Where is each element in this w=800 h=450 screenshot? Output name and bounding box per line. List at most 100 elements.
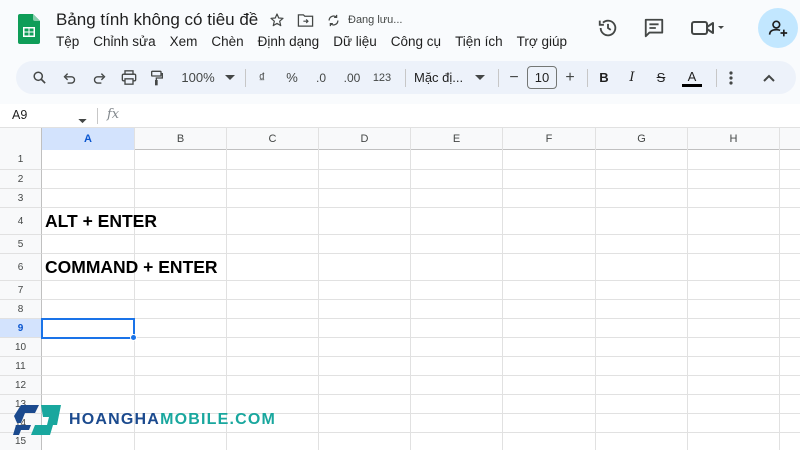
paint-format-icon[interactable] [148, 61, 166, 94]
cell-a4[interactable]: ALT + ENTER [45, 208, 157, 235]
selected-cell-a9[interactable] [41, 318, 135, 339]
row-header-7[interactable]: 7 [0, 281, 42, 300]
meet-icon[interactable] [688, 12, 728, 44]
gridline [595, 150, 596, 450]
print-icon[interactable] [120, 61, 138, 94]
decrease-font-size-button[interactable]: − [506, 61, 522, 94]
comments-icon[interactable] [638, 12, 670, 44]
font-size-input[interactable]: 10 [527, 66, 557, 89]
formula-bar: A9 fx [0, 104, 800, 128]
spreadsheet-grid[interactable]: A B C D E F G H 1 2 3 4 5 6 7 8 9 10 11 … [0, 128, 800, 450]
column-header-c[interactable]: C [227, 128, 319, 150]
text-color-button[interactable]: A [680, 61, 704, 94]
increase-font-size-button[interactable]: + [562, 61, 578, 94]
row-header-8[interactable]: 8 [0, 300, 42, 319]
fill-handle[interactable] [130, 334, 137, 341]
watermark-text-primary: HOANGHA [69, 411, 161, 428]
gridline [42, 188, 800, 189]
toolbar-divider [716, 69, 717, 87]
menu-bar: Tệp Chỉnh sửa Xem Chèn Định dạng Dữ liệu… [56, 34, 567, 49]
toolbar-divider [405, 69, 406, 87]
move-folder-icon[interactable] [296, 11, 314, 29]
menu-edit[interactable]: Chỉnh sửa [93, 34, 155, 49]
italic-button[interactable]: I [624, 61, 640, 94]
gridline [42, 375, 800, 376]
column-header-i[interactable] [780, 128, 800, 150]
title-actions: Đang lưu... [268, 11, 402, 29]
watermark-text-secondary: MOBILE.COM [160, 411, 277, 428]
watermark-text: HOANGHAMOBILE.COM [69, 411, 276, 429]
google-sheets-window: Bảng tính không có tiêu đề Đang lưu... T… [0, 0, 800, 450]
gridline [42, 356, 800, 357]
row-header-5[interactable]: 5 [0, 235, 42, 254]
percent-format-button[interactable]: % [284, 61, 300, 94]
share-button[interactable] [758, 8, 798, 48]
number-format-button[interactable]: 123 [370, 61, 394, 94]
sheets-logo-icon[interactable] [18, 14, 40, 44]
column-header-h[interactable]: H [688, 128, 780, 150]
gridline [42, 169, 800, 170]
menu-format[interactable]: Định dạng [258, 34, 320, 49]
sync-icon [324, 11, 342, 29]
zoom-select[interactable]: 100% [176, 61, 220, 94]
row-header-11[interactable]: 11 [0, 357, 42, 376]
name-box[interactable]: A9 [12, 108, 27, 122]
more-options-icon[interactable] [724, 61, 738, 94]
row-header-6[interactable]: 6 [0, 254, 42, 281]
toolbar-divider [498, 69, 499, 87]
row-header-4[interactable]: 4 [0, 208, 42, 235]
formula-divider [97, 108, 98, 124]
menu-file[interactable]: Tệp [56, 34, 79, 49]
font-dropdown-icon[interactable] [474, 61, 486, 94]
gridline [502, 150, 503, 450]
row-header-10[interactable]: 10 [0, 338, 42, 357]
menu-data[interactable]: Dữ liệu [333, 34, 377, 49]
menu-tools[interactable]: Công cụ [391, 34, 441, 49]
history-icon[interactable] [592, 12, 624, 44]
fx-icon: fx [107, 107, 120, 122]
undo-icon[interactable] [60, 61, 78, 94]
column-header-d[interactable]: D [319, 128, 411, 150]
title-bar: Bảng tính không có tiêu đề Đang lưu... T… [0, 0, 800, 58]
gridline [687, 150, 688, 450]
column-header-a[interactable]: A [42, 128, 135, 150]
toolbar-divider [245, 69, 246, 87]
currency-format-button[interactable]: ₫ [254, 61, 270, 94]
cell-a6[interactable]: COMMAND + ENTER [45, 254, 218, 281]
redo-icon[interactable] [90, 61, 108, 94]
select-all-corner[interactable] [0, 128, 42, 150]
menu-view[interactable]: Xem [170, 34, 198, 49]
watermark: HOANGHAMOBILE.COM [13, 403, 276, 437]
row-header-3[interactable]: 3 [0, 189, 42, 208]
strikethrough-button[interactable]: S [653, 61, 669, 94]
document-title[interactable]: Bảng tính không có tiêu đề [56, 10, 258, 30]
column-header-b[interactable]: B [135, 128, 227, 150]
toolbar: 100% ₫ % .0 .00 123 Mặc đị... − 10 + B I… [16, 61, 796, 94]
gridline [42, 318, 800, 319]
watermark-logo-icon [13, 405, 61, 435]
column-header-e[interactable]: E [411, 128, 503, 150]
save-status: Đang lưu... [348, 14, 403, 26]
add-person-icon [768, 20, 788, 37]
row-header-1[interactable]: 1 [0, 150, 42, 170]
row-header-9[interactable]: 9 [0, 319, 42, 338]
zoom-dropdown-icon[interactable] [224, 61, 236, 94]
collapse-menus-icon[interactable] [760, 61, 778, 94]
font-family-select[interactable]: Mặc đị... [414, 61, 480, 94]
menu-insert[interactable]: Chèn [211, 34, 243, 49]
text-color-label: A [687, 69, 697, 84]
column-header-f[interactable]: F [503, 128, 596, 150]
row-header-2[interactable]: 2 [0, 170, 42, 189]
row-header-12[interactable]: 12 [0, 376, 42, 395]
search-menus-icon[interactable] [30, 61, 48, 94]
bold-button[interactable]: B [596, 61, 612, 94]
decrease-decimal-button[interactable]: .0 [310, 61, 332, 94]
star-icon[interactable] [268, 11, 286, 29]
column-headers: A B C D E F G H [0, 128, 800, 150]
increase-decimal-button[interactable]: .00 [340, 61, 364, 94]
name-box-dropdown-icon[interactable] [78, 111, 87, 129]
column-header-g[interactable]: G [596, 128, 688, 150]
gridline [410, 150, 411, 450]
gridline [42, 299, 800, 300]
menu-extensions[interactable]: Tiện ích [455, 34, 503, 49]
